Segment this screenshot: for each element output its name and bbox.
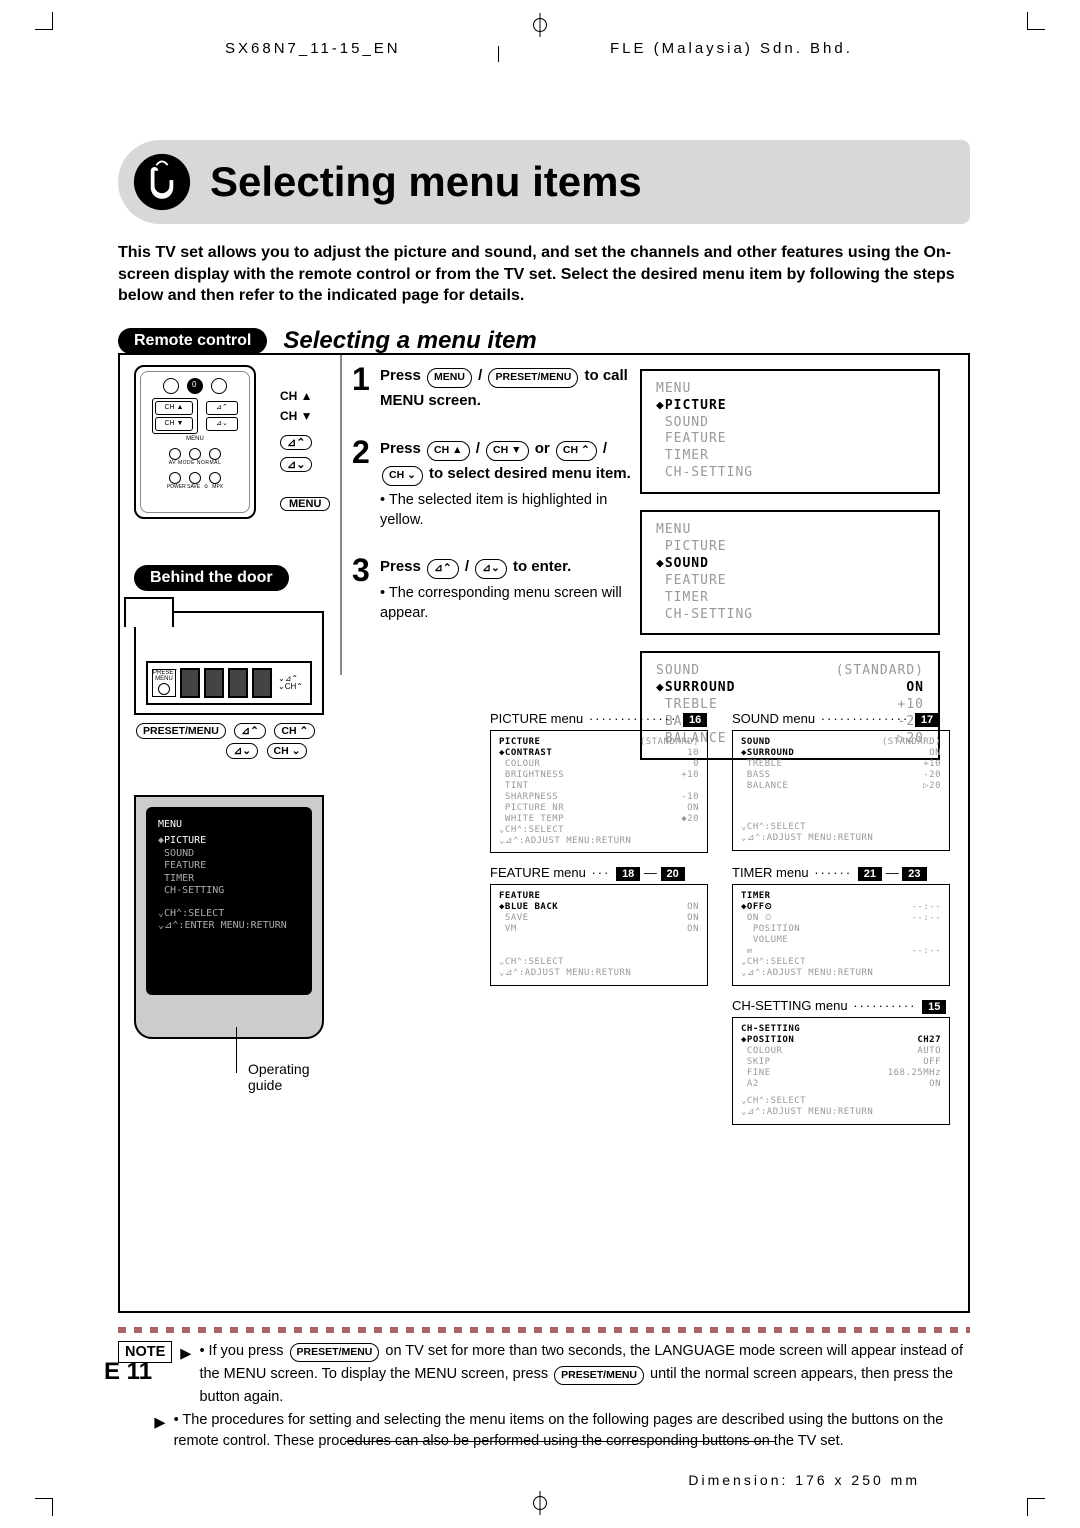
submenus: PICTURE menu ·············· 16 PICTURE(S… <box>490 711 950 1125</box>
page-number: E 11 <box>104 1358 152 1386</box>
ch-setting-menu-block: CH-SETTING menu ·········· 15 CH-SETTING… <box>732 998 950 1125</box>
section-header: Remote control Selecting a menu item <box>118 327 970 355</box>
remote-column: 0 CH ▲ CH ▼ ⊿⌃ ⊿⌄ <box>134 365 324 1039</box>
tv-menu-header: MENU <box>158 819 300 832</box>
behind-door-illustration: PRESET MENU ⌄⊿⌃⌄CH⌃ <box>134 611 324 715</box>
column-divider <box>340 355 342 675</box>
page: SX68N7_11-15_EN FLE (Malaysia) Sdn. Bhd.… <box>0 0 1080 1528</box>
remote-illustration: 0 CH ▲ CH ▼ ⊿⌃ ⊿⌄ <box>134 365 256 519</box>
operating-guide-label: Operating guide <box>248 1061 322 1093</box>
picture-menu-block: PICTURE menu ·············· 16 PICTURE(S… <box>490 711 708 854</box>
crop-mark <box>1027 1498 1045 1516</box>
note-1: NOTE ▶ • If you press PRESET/MENU on TV … <box>118 1341 970 1408</box>
ch-down-button: CH ⌄ <box>267 743 308 759</box>
header-right: FLE (Malaysia) Sdn. Bhd. <box>610 40 853 57</box>
preset-menu-button: PRESET/MENU <box>136 723 226 739</box>
behind-door-buttons: PRESET/MENU ⊿⌃ CH ⌃ ⊿⌄ CH ⌄ <box>134 721 324 761</box>
main-frame: 0 CH ▲ CH ▼ ⊿⌃ ⊿⌄ <box>118 353 970 1313</box>
preset-menu-button: PRESET/MENU <box>488 368 578 388</box>
menu-button: MENU <box>427 368 472 388</box>
adj-down-button: ⊿⌄ <box>226 743 258 759</box>
step-1: 1 Press MENU / PRESET/MENU to call MENU … <box>352 365 632 412</box>
step-3: 3 Press ⊿⌃ / ⊿⌄ to enter. • The correspo… <box>352 556 632 623</box>
title-bar: Selecting menu items <box>118 140 970 224</box>
crop-mark <box>35 1498 53 1516</box>
feature-menu-block: FEATURE menu ··· 18 — 20 FEATURE ◆BLUE B… <box>490 865 708 986</box>
touch-icon <box>130 150 194 214</box>
registration-mark <box>533 18 547 32</box>
tv-illustration: MENU ◆PICTURE SOUND FEATURE TIMER CH-SET… <box>134 795 324 1039</box>
osd-menu-picture: MENU ◆PICTURE SOUND FEATURE TIMER CH-SET… <box>640 369 940 494</box>
step-2: 2 Press CH ▲ / CH ▼ or CH ⌃ / CH ⌄ to se… <box>352 438 632 530</box>
sound-menu-block: SOUND menu ·············· 17 SOUND(STAND… <box>732 711 950 854</box>
content: Selecting menu items This TV set allows … <box>118 140 970 1452</box>
dotted-divider <box>118 1327 970 1333</box>
page-title: Selecting menu items <box>210 158 642 206</box>
footer-rule <box>345 1441 775 1442</box>
intro-text: This TV set allows you to adjust the pic… <box>118 242 970 307</box>
label-menu: MENU <box>280 497 330 511</box>
crop-mark <box>35 12 53 30</box>
header-divider <box>498 46 499 62</box>
note-2: ▶ • The procedures for setting and selec… <box>118 1410 970 1452</box>
osd-menu-sound: MENU PICTURE ◆SOUND FEATURE TIMER CH-SET… <box>640 510 940 635</box>
label-ch-up: CH ▲ <box>280 389 313 403</box>
label-ch-down: CH ▼ <box>280 409 313 423</box>
adj-up-button: ⊿⌃ <box>234 723 266 739</box>
tv-screen-osd: MENU ◆PICTURE SOUND FEATURE TIMER CH-SET… <box>146 807 312 995</box>
header-left: SX68N7_11-15_EN <box>225 40 401 57</box>
timer-menu-block: TIMER menu ······ 21 — 23 TIMER ◆OFF⏲--:… <box>732 865 950 986</box>
section-title: Selecting a menu item <box>283 327 536 355</box>
dimension-label: Dimension: 176 x 250 mm <box>688 1472 920 1488</box>
steps-column: 1 Press MENU / PRESET/MENU to call MENU … <box>352 365 632 650</box>
label-adj-down: ⊿⌄ <box>280 457 312 472</box>
ch-up-button: CH ⌃ <box>274 723 315 739</box>
crop-mark <box>1027 12 1045 30</box>
remote-control-pill: Remote control <box>118 328 267 354</box>
label-adj-up: ⊿⌃ <box>280 435 312 450</box>
behind-door-pill: Behind the door <box>134 565 289 591</box>
registration-mark <box>533 1496 547 1510</box>
